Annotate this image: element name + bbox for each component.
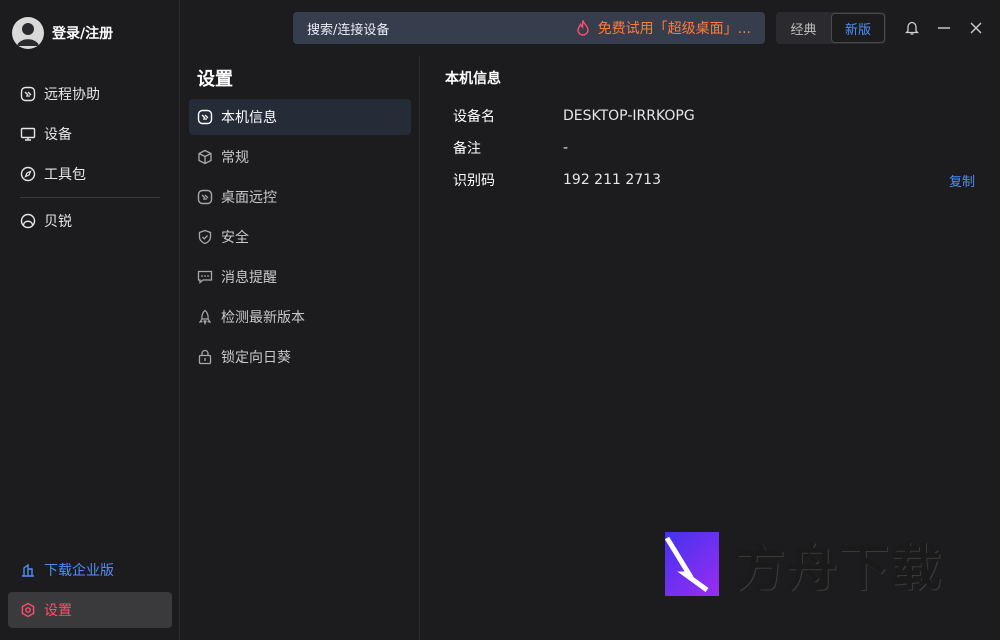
sidebar-item-label: 设备 xyxy=(44,127,72,143)
settings-item-device-info[interactable]: 本机信息 xyxy=(189,99,411,135)
settings-item-check-update[interactable]: 检测最新版本 xyxy=(189,299,411,335)
sidebar-item-toolkit[interactable]: 工具包 xyxy=(8,154,172,194)
beirui-icon xyxy=(20,213,36,229)
watermark-text: 方舟下载 xyxy=(735,539,943,597)
download-enterprise-label: 下载企业版 xyxy=(44,563,114,579)
remote-icon xyxy=(20,86,36,102)
settings-hexagon-icon xyxy=(20,602,36,618)
classic-mode-button[interactable]: 经典 xyxy=(776,13,831,43)
new-mode-button[interactable]: 新版 xyxy=(831,13,885,43)
sidebar-item-label: 贝锐 xyxy=(44,214,72,230)
watermark: 方舟下载 xyxy=(655,528,943,600)
promo-link[interactable]: 免费试用「超级桌面」... xyxy=(576,18,751,38)
settings-item-label: 安全 xyxy=(221,230,249,246)
bell-icon[interactable] xyxy=(904,20,920,36)
device-name-label: 设备名 xyxy=(453,109,495,125)
device-name-row: 设备名 DESKTOP-IRRKOPG xyxy=(453,106,975,126)
device-note-label: 备注 xyxy=(453,141,481,157)
login-register-button[interactable]: 登录/注册 xyxy=(12,17,113,49)
rocket-icon xyxy=(197,309,213,325)
settings-item-desktop-control[interactable]: 桌面远控 xyxy=(189,179,411,215)
sidebar: 登录/注册 远程协助 设备 工具包 贝锐 下载企业版 设置 xyxy=(0,0,180,640)
search-connect-input[interactable]: 搜索/连接设备 免费试用「超级桌面」... xyxy=(293,12,765,44)
download-enterprise-link[interactable]: 下载企业版 xyxy=(20,560,114,580)
flame-icon xyxy=(576,20,590,36)
settings-item-label: 消息提醒 xyxy=(221,270,277,286)
device-info-title: 本机信息 xyxy=(445,71,501,87)
device-id-label: 识别码 xyxy=(453,173,495,189)
remote-icon xyxy=(197,189,213,205)
search-placeholder: 搜索/连接设备 xyxy=(307,22,390,38)
device-name-value: DESKTOP-IRRKOPG xyxy=(563,108,695,124)
sidebar-item-devices[interactable]: 设备 xyxy=(8,114,172,154)
sidebar-item-beirui[interactable]: 贝锐 xyxy=(8,201,172,241)
settings-item-lock-sunflower[interactable]: 锁定向日葵 xyxy=(189,339,411,375)
settings-item-label: 桌面远控 xyxy=(221,190,277,206)
settings-item-security[interactable]: 安全 xyxy=(189,219,411,255)
compass-icon xyxy=(20,166,36,182)
cube-icon xyxy=(197,149,213,165)
sidebar-settings-button[interactable]: 设置 xyxy=(8,592,172,628)
device-note-value: - xyxy=(563,140,569,156)
settings-item-general[interactable]: 常规 xyxy=(189,139,411,175)
watermark-logo-icon xyxy=(655,532,719,596)
sidebar-item-label: 工具包 xyxy=(44,167,86,183)
settings-nav-panel: 设置 本机信息 常规 桌面远控 安全 消息提醒 检测最新版本 锁定向日葵 xyxy=(180,56,420,640)
message-icon xyxy=(197,269,213,285)
ui-mode-switch: 经典 新版 xyxy=(776,12,886,44)
enterprise-building-icon xyxy=(20,562,36,578)
settings-item-label: 检测最新版本 xyxy=(221,310,305,326)
login-register-label: 登录/注册 xyxy=(52,26,114,42)
remote-icon xyxy=(197,109,213,125)
minimize-icon[interactable] xyxy=(936,20,952,36)
device-id-row: 识别码 192 211 2713 复制 xyxy=(453,170,975,190)
settings-item-label: 常规 xyxy=(221,150,249,166)
sidebar-item-remote-assist[interactable]: 远程协助 xyxy=(8,74,172,114)
device-note-row: 备注 - xyxy=(453,138,975,158)
copy-id-button[interactable]: 复制 xyxy=(949,171,975,190)
sidebar-nav: 远程协助 设备 工具包 贝锐 xyxy=(8,74,172,241)
settings-title: 设置 xyxy=(197,69,233,90)
settings-label: 设置 xyxy=(44,603,72,619)
settings-item-notifications[interactable]: 消息提醒 xyxy=(189,259,411,295)
lock-icon xyxy=(197,349,213,365)
monitor-icon xyxy=(20,126,36,142)
settings-item-label: 锁定向日葵 xyxy=(221,350,291,366)
sidebar-divider xyxy=(20,197,160,198)
settings-nav-list: 本机信息 常规 桌面远控 安全 消息提醒 检测最新版本 锁定向日葵 xyxy=(189,99,411,379)
device-id-value: 192 211 2713 xyxy=(563,172,661,188)
promo-text: 免费试用「超级桌面」... xyxy=(597,21,751,37)
sidebar-item-label: 远程协助 xyxy=(44,87,100,103)
settings-item-label: 本机信息 xyxy=(221,110,277,126)
shield-icon xyxy=(197,229,213,245)
close-icon[interactable] xyxy=(968,20,984,36)
user-avatar-icon xyxy=(12,17,44,49)
